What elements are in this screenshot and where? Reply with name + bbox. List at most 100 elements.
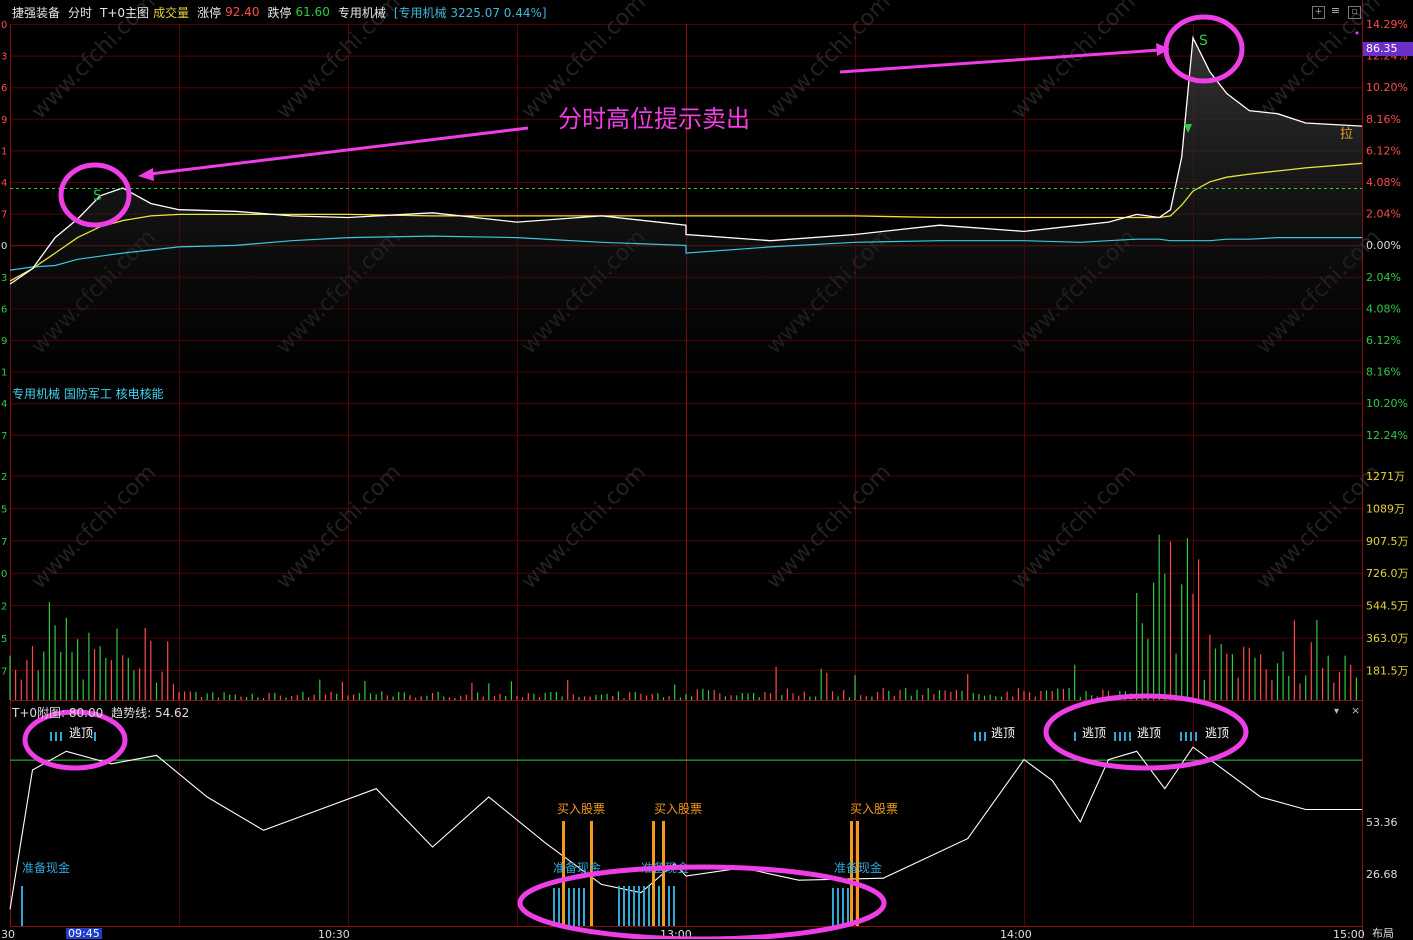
tab-t0-main[interactable]: T+0主图	[100, 4, 149, 21]
limit-up-value: 92.40	[225, 5, 260, 19]
axis-tick-pct: 4.08%	[1366, 176, 1401, 189]
axis-tick-left: 0	[1, 241, 7, 252]
zoom-icon[interactable]: +	[1312, 6, 1325, 19]
watermark-text: www.cfchi.com	[517, 460, 651, 594]
stock-name[interactable]: 捷强装备	[12, 4, 60, 21]
axis-tick-left: 7	[1, 537, 7, 548]
time-tick: 30	[1, 928, 15, 939]
sub-chart-value: : 80.00	[61, 706, 104, 720]
axis-tick-left: 1	[1, 146, 7, 157]
tab-intraday[interactable]: 分时	[68, 4, 92, 21]
escape-top-label: 逃顶	[1137, 726, 1161, 740]
axis-tick-pct: 8.16%	[1366, 113, 1401, 126]
escape-top-bar	[94, 732, 96, 741]
volume-label[interactable]: 成交量	[153, 4, 189, 21]
axis-tick-pct: 4.08%	[1366, 302, 1401, 315]
time-tick: 15:00	[1333, 928, 1365, 939]
prepare-cash-label: 准备现金	[22, 860, 70, 875]
escape-top-bar	[1180, 732, 1182, 741]
sell-signal-s: S	[1199, 33, 1208, 49]
escape-top-bar	[974, 732, 976, 741]
sell-signal-s: S	[93, 188, 102, 204]
prepare-cash-bar	[643, 886, 645, 926]
axis-tick-left: 9	[1, 115, 7, 126]
prepare-cash-bar	[583, 888, 585, 926]
prepare-cash-bar	[847, 888, 849, 926]
axis-tick-left: 3	[1, 273, 7, 284]
axis-tick-volume: 1089万	[1366, 502, 1405, 515]
axis-tick-volume: 726.0万	[1366, 567, 1409, 580]
buy-stock-label: 买入股票	[850, 802, 898, 816]
sub-chart-title[interactable]: T+0附图: 80.00 趋势线: 54.62	[12, 704, 189, 721]
escape-top-bar	[1185, 732, 1187, 741]
prepare-cash-bar	[553, 888, 555, 926]
axis-tick-left: 2	[1, 472, 7, 483]
axis-tick-left: 7	[1, 666, 7, 677]
watermark-text: www.cfchi.com	[272, 460, 406, 594]
buy-stock-label: 买入股票	[654, 802, 702, 816]
escape-top-bar	[1074, 732, 1076, 741]
axis-tick-volume: 1271万	[1366, 470, 1405, 483]
axis-tick-left: 6	[1, 83, 7, 94]
sector-name[interactable]: 专用机械	[338, 4, 386, 21]
escape-top-bar	[984, 732, 986, 741]
prepare-cash-bar	[568, 888, 570, 926]
annotation-arrow	[839, 48, 1161, 74]
prepare-cash-bar	[837, 888, 839, 926]
sector-tags[interactable]: 专用机械 国防军工 核电核能	[12, 385, 164, 402]
prepare-cash-bar	[842, 888, 844, 926]
watermark-text: www.cfchi.com	[27, 460, 161, 594]
axis-tick-pct: 2.04%	[1366, 208, 1401, 221]
trend-label: 趋势线:	[111, 706, 152, 720]
escape-top-label: 逃顶	[1082, 726, 1106, 740]
axis-tick-volume: 181.5万	[1366, 664, 1409, 677]
axis-tick-left: 7	[1, 210, 7, 221]
axis-tick-pct: 6.12%	[1366, 144, 1401, 157]
axis-tick-left: 3	[1, 52, 7, 63]
escape-top-bar	[1114, 732, 1116, 741]
sub-chart-name: T+0附图	[12, 706, 62, 720]
stock-chart-window: www.cfchi.com www.cfchi.com www.cfchi.com w…	[0, 0, 1413, 939]
sector-index[interactable]: [专用机械 3225.07 0.44%]	[394, 4, 547, 21]
buy-stock-label: 买入股票	[557, 802, 605, 816]
prepare-cash-bar	[673, 886, 675, 926]
escape-top-bar	[55, 732, 57, 741]
menu-icon[interactable]: ≡	[1330, 5, 1341, 17]
axis-tick-left: 5	[1, 634, 7, 645]
prepare-cash-bar	[558, 888, 560, 926]
axis-tick-left: 4	[1, 178, 7, 189]
dropdown-icon[interactable]: ▾	[1334, 706, 1339, 717]
restore-icon[interactable]: ▫	[1348, 6, 1361, 19]
layout-button[interactable]: 布局	[1372, 928, 1394, 939]
time-tick: 10:30	[318, 928, 350, 939]
watermark-text: www.cfchi.com	[1007, 460, 1141, 594]
prepare-cash-bar	[648, 886, 650, 926]
axis-tick-left: 7	[1, 431, 7, 442]
marker-dot	[1355, 31, 1359, 35]
time-cursor-label: 09:45	[66, 927, 102, 940]
escape-top-label: 逃顶	[69, 726, 93, 740]
axis-tick-left: 0	[1, 569, 7, 580]
current-price-tag: 86.35	[1363, 42, 1413, 56]
axis-tick-left: 5	[1, 504, 7, 515]
prepare-cash-bar	[628, 886, 630, 926]
escape-top-bar	[1124, 732, 1126, 741]
axis-tick-pct: 10.20%	[1366, 397, 1408, 410]
escape-top-bar	[50, 732, 52, 741]
prepare-cash-bar	[633, 886, 635, 926]
axis-tick-sub: 26.68	[1366, 868, 1398, 881]
pull-signal: 拉	[1340, 127, 1353, 142]
escape-top-bar	[60, 732, 62, 741]
prepare-cash-bar	[578, 888, 580, 926]
axis-tick-volume: 544.5万	[1366, 600, 1409, 613]
escape-top-bar	[1190, 732, 1192, 741]
escape-top-label: 逃顶	[991, 726, 1015, 740]
close-icon[interactable]: ×	[1351, 704, 1360, 717]
limit-up-label: 涨停	[197, 5, 222, 20]
axis-tick-left: 2	[1, 602, 7, 613]
axis-tick-volume: 363.0万	[1366, 632, 1409, 645]
prepare-cash-bar	[623, 886, 625, 926]
trend-value: 54.62	[154, 706, 190, 720]
chart-canvas[interactable]: www.cfchi.com www.cfchi.com www.cfchi.com w…	[0, 0, 1413, 939]
axis-tick-pct: 6.12%	[1366, 334, 1401, 347]
